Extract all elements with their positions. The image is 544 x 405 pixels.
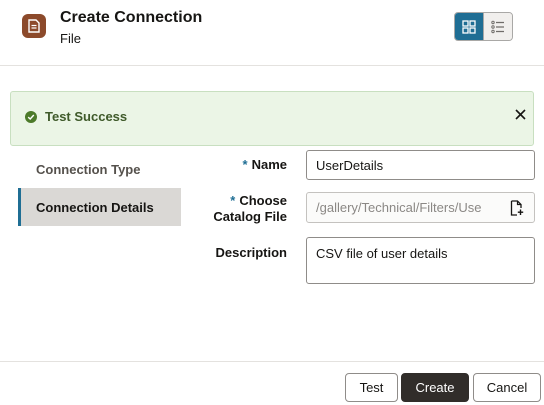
check-circle-icon [25,111,37,123]
page-subtitle: File [60,31,81,46]
test-button[interactable]: Test [345,373,398,402]
create-button[interactable]: Create [401,373,469,402]
success-banner: Test Success [10,91,534,146]
required-marker: * [230,193,236,208]
grid-view-button[interactable] [455,13,484,40]
dialog-header: Create Connection File [0,0,544,66]
catalog-file-label: * Choose Catalog File [213,193,287,224]
cancel-button[interactable]: Cancel [473,373,541,402]
name-input[interactable]: UserDetails [306,150,535,180]
description-label: Description [215,245,287,260]
name-label: * Name [242,157,287,172]
choose-file-icon[interactable] [510,200,524,216]
file-document-icon [22,14,46,38]
banner-message: Test Success [45,109,128,124]
required-marker: * [242,157,248,172]
page-title: Create Connection [60,9,203,26]
grid-view-icon [462,19,476,34]
list-view-button[interactable] [483,13,512,40]
description-textarea[interactable]: CSV file of user details [306,237,535,284]
catalog-file-path: /gallery/Technical/Filters/Use [316,200,482,215]
view-toggle [454,12,513,41]
step-connection-details[interactable]: Connection Details [18,188,181,226]
catalog-file-input[interactable]: /gallery/Technical/Filters/Use [306,192,535,223]
list-view-icon [491,20,505,33]
close-icon [514,108,526,120]
close-banner-button[interactable] [511,105,529,123]
step-connection-type[interactable]: Connection Type [18,150,181,188]
